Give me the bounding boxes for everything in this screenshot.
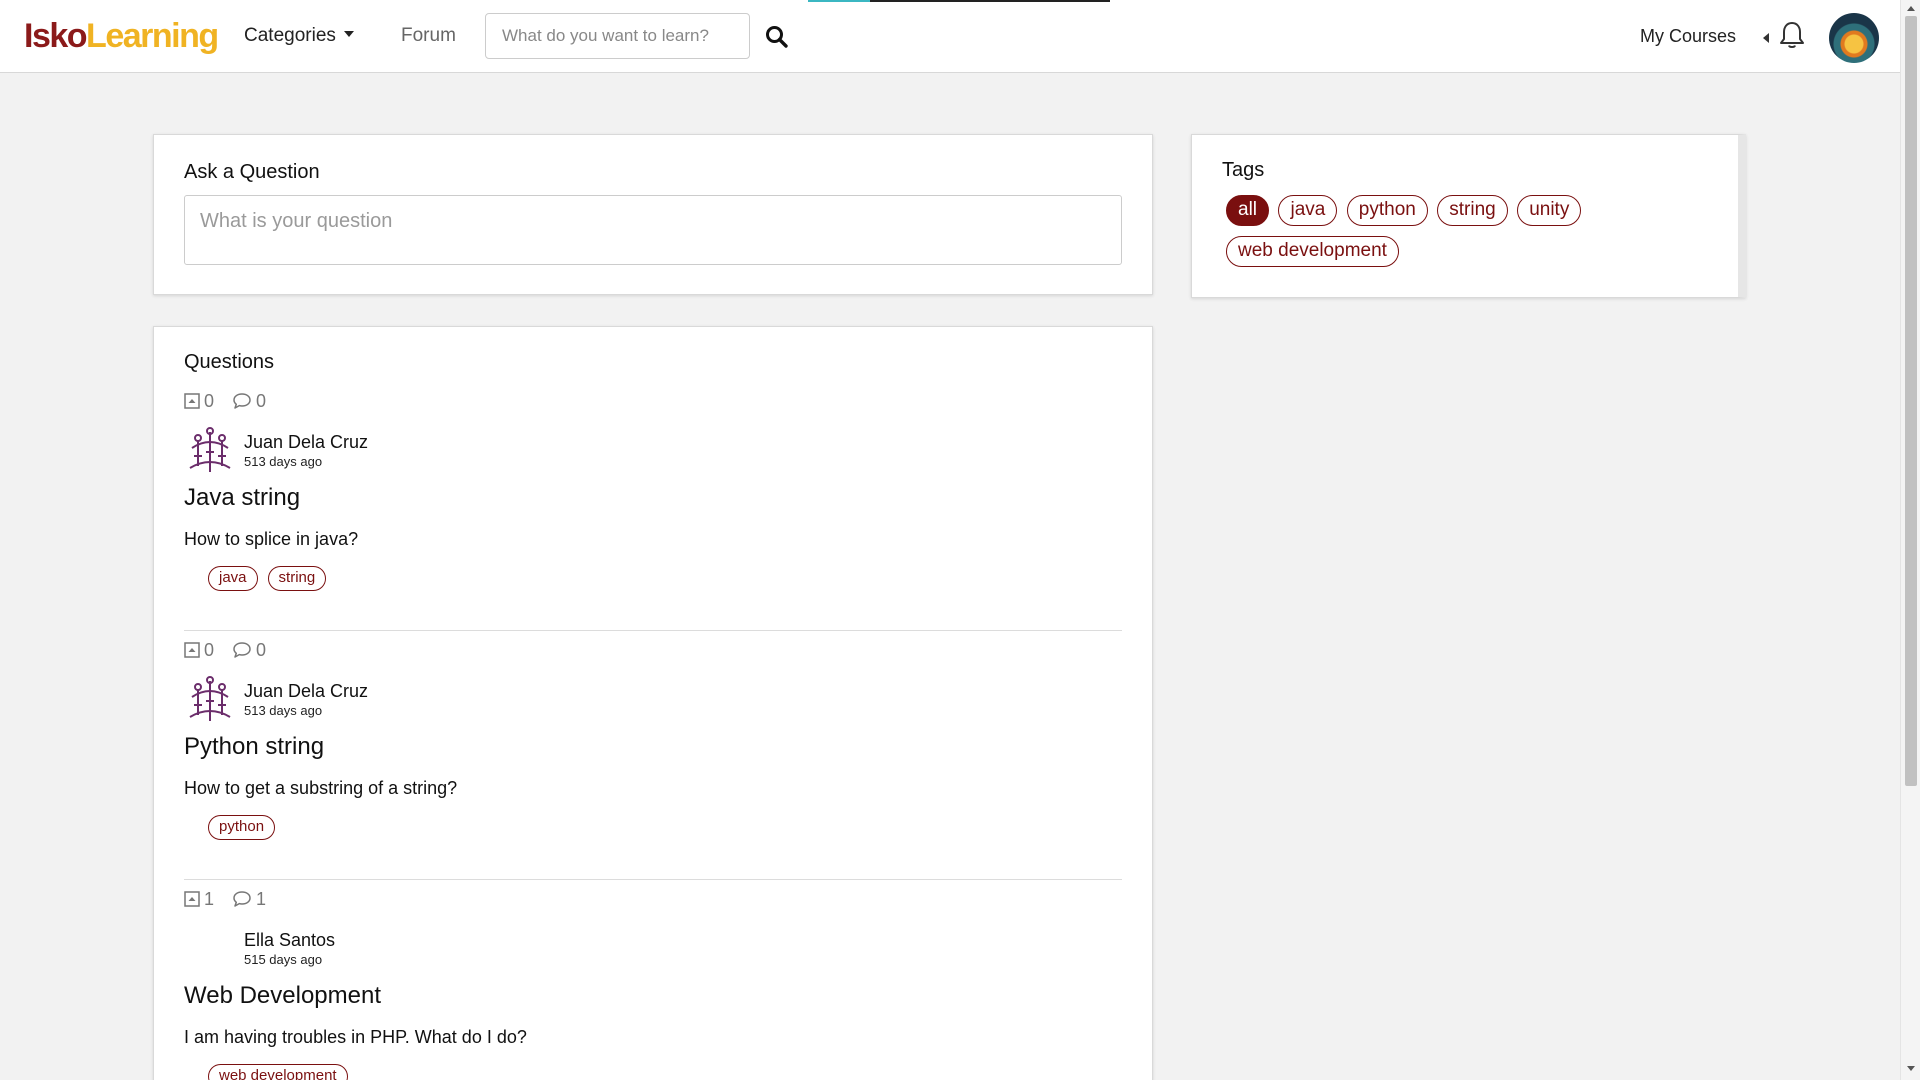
question-tags: java string: [208, 566, 336, 591]
question-time: 513 days ago: [244, 703, 323, 718]
question-body: How to splice in java?: [184, 529, 359, 549]
question-tags: python: [208, 815, 285, 840]
comment-button[interactable]: 0: [232, 391, 266, 412]
scroll-down-arrow-icon[interactable]: [1907, 1066, 1915, 1071]
tag-filter-python[interactable]: python: [1346, 195, 1428, 226]
categories-label: Categories: [244, 25, 336, 46]
question-input[interactable]: [184, 195, 1122, 265]
question-divider: [184, 879, 1122, 880]
questions-title: Questions: [184, 351, 275, 373]
question-stats: 0 0: [184, 390, 284, 412]
question-stats: 1 1: [184, 888, 284, 910]
upvote-icon: [184, 642, 200, 658]
comment-count: 1: [256, 888, 267, 909]
forum-link[interactable]: Forum: [401, 24, 456, 48]
upvote-icon: [184, 393, 200, 409]
question-stats: 0 0: [184, 639, 284, 661]
question-tag[interactable]: python: [208, 815, 276, 840]
questions-card: Questions 0 0 Juan Dela Cruz 513 days ag…: [153, 326, 1153, 1080]
scrollbar-thumb[interactable]: [1905, 16, 1917, 786]
ask-question-title: Ask a Question: [184, 161, 320, 183]
question-divider: [184, 630, 1122, 631]
tags-title: Tags: [1222, 159, 1265, 181]
chevron-left-icon[interactable]: [1763, 33, 1769, 43]
upvote-button[interactable]: 1: [184, 889, 214, 910]
comment-icon: [233, 393, 251, 409]
question-time: 513 days ago: [244, 454, 323, 469]
comment-button[interactable]: 0: [232, 640, 266, 661]
tag-filter-all[interactable]: all: [1226, 195, 1270, 226]
comment-icon: [233, 642, 251, 658]
tag-filter-web-development[interactable]: web development: [1226, 236, 1399, 267]
user-avatar[interactable]: [1829, 13, 1879, 63]
question-author[interactable]: Juan Dela Cruz: [244, 680, 368, 702]
top-navbar: IskoLearning Categories Forum My Courses: [0, 0, 1900, 73]
categories-dropdown[interactable]: Categories: [244, 24, 354, 48]
question-tag[interactable]: string: [267, 566, 327, 591]
question-author[interactable]: Ella Santos: [244, 929, 335, 951]
question-title-link[interactable]: Java string: [184, 483, 300, 513]
ask-question-card: Ask a Question: [153, 134, 1153, 295]
caret-down-icon: [343, 30, 354, 37]
upvote-button[interactable]: 0: [184, 391, 214, 412]
vote-count: 0: [204, 390, 215, 411]
question-body: How to get a substring of a string?: [184, 778, 458, 798]
question-tags: web development: [208, 1064, 358, 1080]
upvote-button[interactable]: 0: [184, 640, 214, 661]
upvote-icon: [184, 891, 200, 907]
question-body: I am having troubles in PHP. What do I d…: [184, 1027, 527, 1047]
page-load-progress-bar: [808, 0, 1110, 2]
author-seal-icon: [189, 676, 231, 721]
my-courses-link[interactable]: My Courses: [1640, 24, 1736, 48]
scroll-up-arrow-icon[interactable]: [1907, 6, 1915, 11]
tag-filter-unity[interactable]: unity: [1517, 195, 1582, 226]
tag-filter-string[interactable]: string: [1437, 195, 1508, 226]
tag-filter-java[interactable]: java: [1278, 195, 1338, 226]
page-scrollbar[interactable]: [1900, 0, 1920, 1080]
vote-count: 1: [204, 888, 215, 909]
question-author[interactable]: Juan Dela Cruz: [244, 431, 368, 453]
search-input[interactable]: [485, 13, 750, 59]
vote-count: 0: [204, 639, 215, 660]
bell-icon[interactable]: [1778, 20, 1806, 50]
question-title-link[interactable]: Python string: [184, 732, 324, 762]
comment-count: 0: [256, 639, 267, 660]
question-time: 515 days ago: [244, 952, 323, 967]
tag-filter-list: all java python string unity web develop…: [1226, 195, 1696, 277]
search-icon[interactable]: [764, 24, 790, 50]
comment-button[interactable]: 1: [232, 889, 266, 910]
site-logo[interactable]: IskoLearning: [24, 16, 219, 56]
question-tag[interactable]: web development: [208, 1064, 348, 1080]
comment-icon: [233, 891, 251, 907]
comment-count: 0: [256, 390, 267, 411]
author-seal-icon: [189, 427, 231, 472]
tags-card: Tags all java python string unity web de…: [1191, 134, 1746, 298]
question-title-link[interactable]: Web Development: [184, 981, 381, 1011]
question-tag[interactable]: java: [208, 566, 258, 591]
